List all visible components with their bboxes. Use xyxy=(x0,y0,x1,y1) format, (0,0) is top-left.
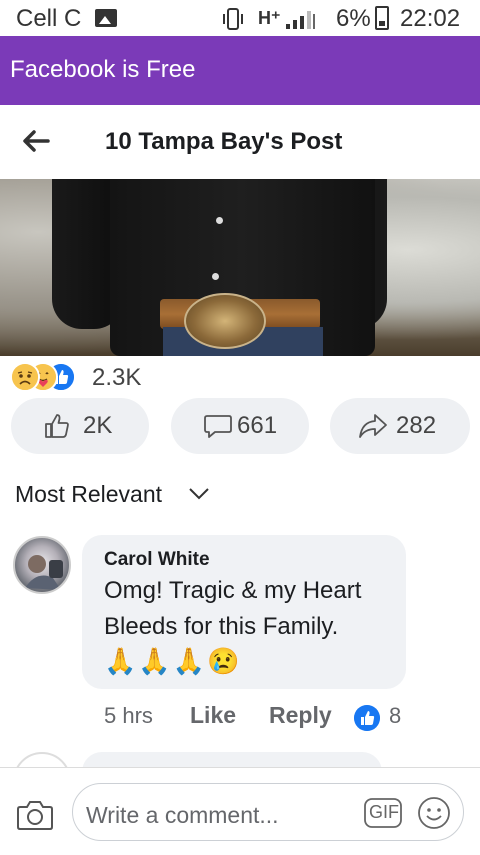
comment-emoji: 🙏🙏🙏😢 xyxy=(104,646,242,676)
reaction-count[interactable]: 2.3K xyxy=(92,364,141,392)
comment-button[interactable]: 661 xyxy=(171,398,309,454)
battery-percentage: 6% xyxy=(336,5,371,32)
emoji-icon[interactable] xyxy=(417,796,451,830)
share-button[interactable]: 282 xyxy=(330,398,470,454)
status-bar: Cell C H⁺ 6% 22:02 xyxy=(0,0,480,36)
comment-reply-link[interactable]: Reply xyxy=(269,702,332,729)
camera-icon[interactable] xyxy=(16,798,54,832)
avatar-photo xyxy=(25,555,63,590)
gif-label: GIF xyxy=(369,802,399,822)
comment-like-count[interactable]: 8 xyxy=(389,703,401,729)
carrier-name: Cell C xyxy=(16,5,82,32)
comment-author[interactable]: Carol White xyxy=(104,549,210,571)
signal-strength-icon xyxy=(286,11,315,29)
photo-belt-buckle xyxy=(184,293,266,349)
gif-button[interactable]: GIF xyxy=(364,798,402,828)
comment-composer: Write a comment... GIF xyxy=(0,767,480,855)
vibrate-icon xyxy=(223,8,243,30)
like-count: 2K xyxy=(83,412,113,439)
photo-shirt-button xyxy=(216,217,223,224)
photo-shirt-button xyxy=(212,273,219,280)
comment-text: Omg! Tragic & my Heart Bleeds for this F… xyxy=(104,577,362,640)
comment-timestamp: 5 hrs xyxy=(104,703,153,728)
promo-banner-text: Facebook is Free xyxy=(10,56,196,83)
back-arrow-icon[interactable] xyxy=(18,123,54,159)
avatar[interactable] xyxy=(13,536,71,594)
share-count: 282 xyxy=(396,412,437,439)
clock: 22:02 xyxy=(400,5,461,32)
chevron-down-icon[interactable] xyxy=(188,487,210,501)
promo-banner[interactable]: Facebook is Free xyxy=(0,36,480,105)
like-badge-icon xyxy=(354,705,380,731)
post-photo[interactable] xyxy=(0,179,480,356)
comment-like-link[interactable]: Like xyxy=(190,702,236,729)
share-arrow-icon xyxy=(359,414,387,438)
image-notification-icon xyxy=(95,9,117,27)
battery-icon xyxy=(375,6,389,30)
comment-bubble-icon xyxy=(204,415,232,438)
like-button[interactable]: 2K xyxy=(11,398,149,454)
thumbs-up-icon xyxy=(45,414,69,438)
header: 10 Tampa Bay's Post xyxy=(0,105,480,179)
page-title: 10 Tampa Bay's Post xyxy=(105,128,343,155)
comment-sort-label[interactable]: Most Relevant xyxy=(15,481,162,508)
comment-count: 661 xyxy=(237,412,278,439)
comment-input-placeholder[interactable]: Write a comment... xyxy=(86,802,279,829)
sad-reaction-icon xyxy=(10,362,40,392)
network-type: H⁺ xyxy=(258,8,281,28)
